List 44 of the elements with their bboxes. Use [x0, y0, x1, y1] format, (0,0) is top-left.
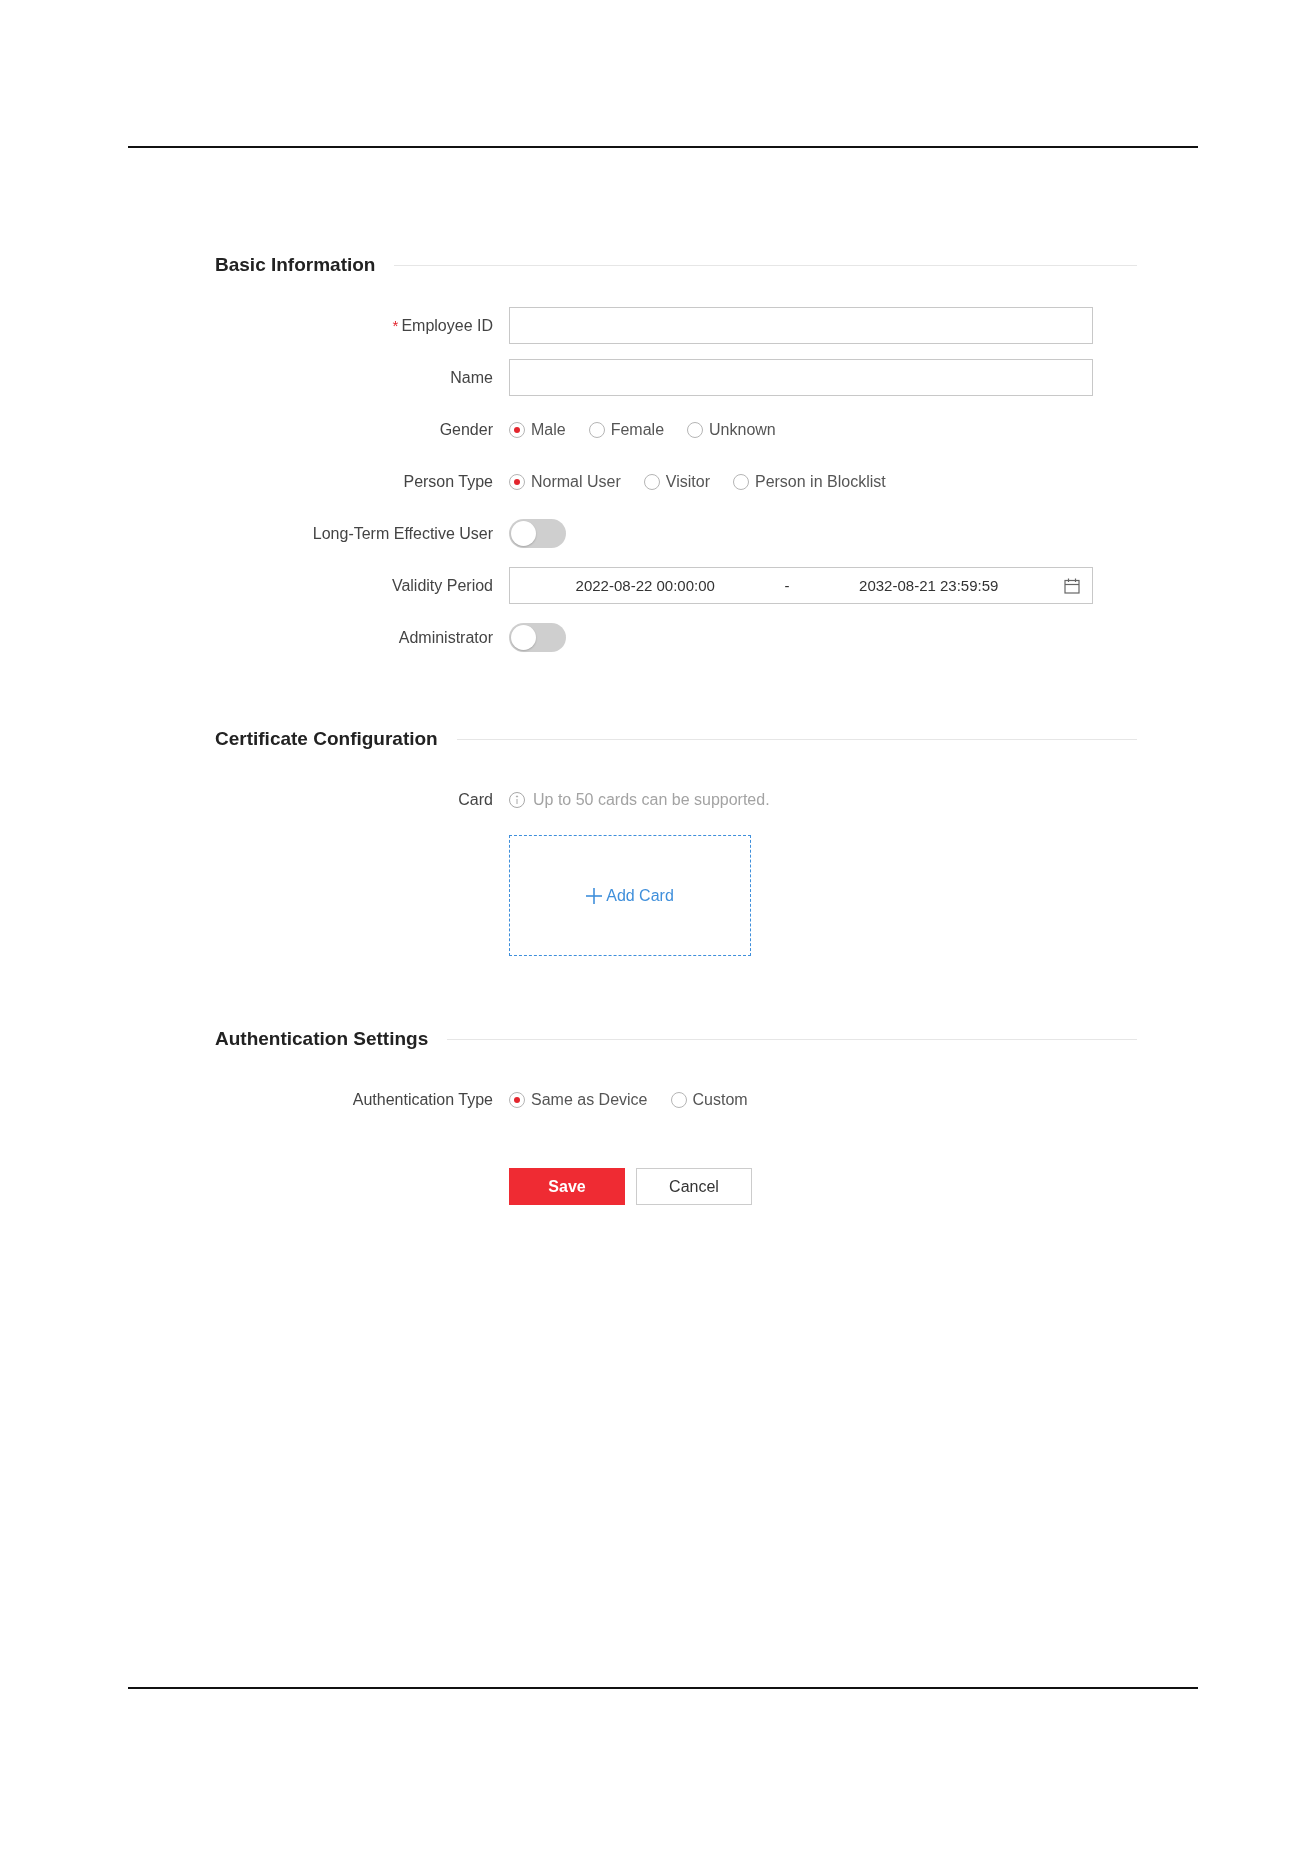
option-label[interactable]: Male: [531, 420, 566, 439]
field-label: Card: [458, 790, 493, 809]
radio-button[interactable]: [687, 421, 704, 438]
section-title: Authentication Settings: [215, 1028, 429, 1050]
plus-icon: [586, 887, 603, 904]
text-input-field[interactable]: [509, 307, 1093, 344]
field-label: Person Type: [403, 472, 493, 491]
option-label[interactable]: Female: [610, 420, 665, 439]
required-asterisk: *: [392, 317, 399, 334]
radio-button[interactable]: [509, 421, 525, 438]
add-card-button[interactable]: Add Card: [509, 835, 751, 956]
field-label: Validity Period: [391, 576, 493, 595]
field-label: Employee ID: [401, 316, 493, 335]
info-icon: [509, 791, 525, 808]
field-label: Name: [450, 368, 493, 387]
toggle-switch[interactable]: [509, 623, 566, 652]
save-button[interactable]: Save: [509, 1168, 625, 1205]
field-label: Administrator: [398, 628, 493, 647]
hint-text: Up to 50 cards can be supported.: [533, 790, 770, 809]
cancel-button[interactable]: Cancel: [636, 1168, 752, 1205]
option-label[interactable]: Custom: [692, 1090, 748, 1109]
option-label[interactable]: Person in Blocklist: [754, 472, 886, 491]
radio-button[interactable]: [509, 473, 525, 490]
radio-button[interactable]: [509, 1091, 525, 1108]
section-title: Certificate Configuration: [215, 728, 438, 750]
section-title: Basic Information: [215, 254, 376, 276]
option-label[interactable]: Same as Device: [531, 1090, 648, 1109]
date-separator: -: [783, 577, 791, 594]
option-label[interactable]: Unknown: [709, 420, 776, 439]
end-date-text: 2032-08-21 23:59:59: [859, 577, 999, 594]
option-label[interactable]: Normal User: [531, 472, 621, 491]
text-input-field[interactable]: [509, 359, 1093, 396]
field-label: Authentication Type: [352, 1090, 493, 1109]
field-label: Gender: [439, 420, 493, 439]
radio-button[interactable]: [643, 473, 660, 490]
calendar-icon[interactable]: [1064, 577, 1080, 594]
toggle-switch[interactable]: [509, 519, 566, 548]
field-label: Long-Term Effective User: [312, 524, 493, 543]
date-range-field[interactable]: 2022-08-22 00:00:00 - 2032-08-21 23:59:59: [509, 567, 1093, 604]
radio-button[interactable]: [732, 473, 749, 490]
start-date-text: 2022-08-22 00:00:00: [575, 577, 715, 594]
radio-button[interactable]: [588, 421, 605, 438]
radio-button[interactable]: [670, 1091, 687, 1108]
option-label[interactable]: Visitor: [665, 472, 710, 491]
